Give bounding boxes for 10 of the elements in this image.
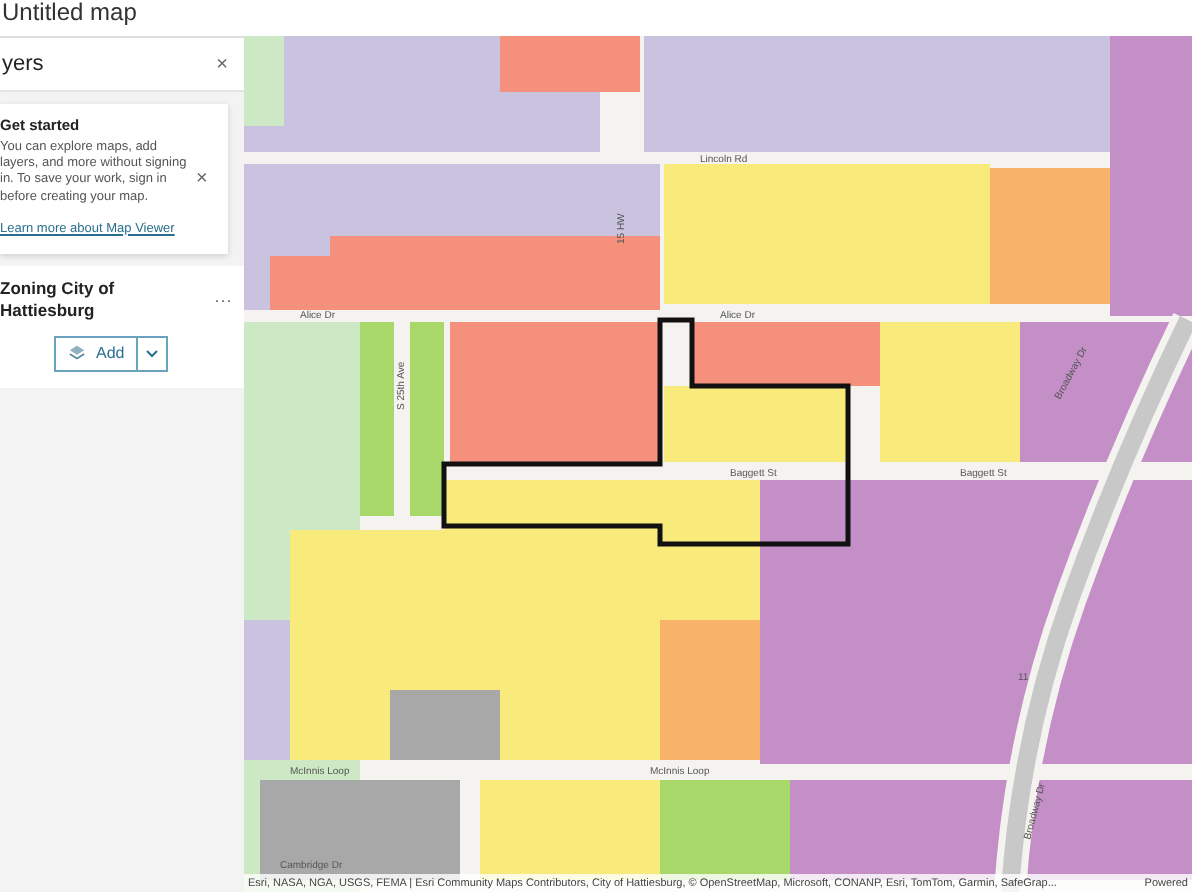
layer-item[interactable]: Zoning City of Hattiesburg ··· [0, 265, 244, 330]
more-button[interactable]: ··· [214, 289, 232, 310]
panel-title: yers [2, 52, 44, 76]
close-button[interactable]: × [196, 167, 208, 190]
map-title: Untitled map [2, 0, 137, 26]
caret-icon [146, 349, 159, 358]
add-button[interactable]: Add [56, 337, 139, 370]
layer-name: Zoning City of Hattiesburg [0, 277, 117, 322]
layers-icon [68, 344, 86, 363]
close-button[interactable]: × [216, 53, 228, 75]
